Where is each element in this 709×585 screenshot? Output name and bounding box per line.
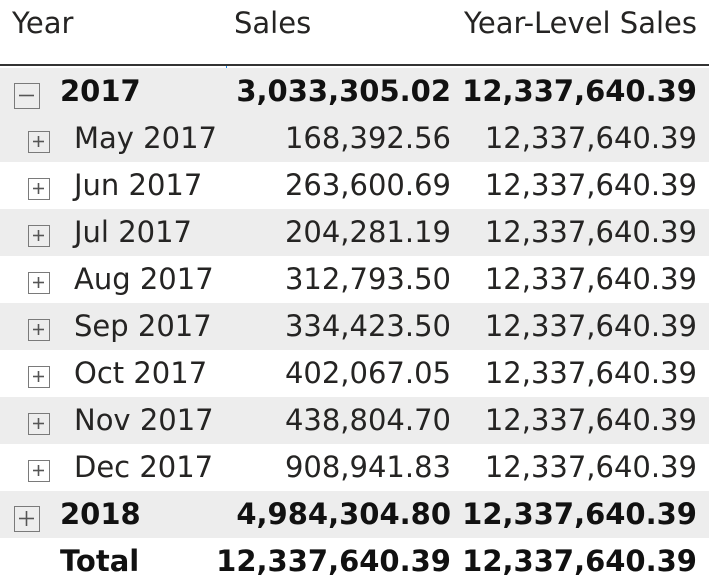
expand-icon[interactable] (28, 178, 50, 200)
month-label: Nov 2017 (74, 403, 214, 437)
sales-value: 3,033,305.02 (236, 74, 451, 108)
total-year-level-sales-value: 12,337,640.39 (462, 544, 697, 578)
year-level-sales-value: 12,337,640.39 (462, 497, 697, 531)
sales-value: 908,941.83 (284, 450, 451, 484)
sales-value: 168,392.56 (284, 121, 451, 155)
month-row: Oct 2017 402,067.05 12,337,640.39 (0, 350, 709, 397)
year-level-sales-value: 12,337,640.39 (462, 74, 697, 108)
sales-value: 438,804.70 (284, 403, 451, 437)
month-row: Jul 2017 204,281.19 12,337,640.39 (0, 209, 709, 256)
expand-icon[interactable] (28, 272, 50, 294)
total-sales-value: 12,337,640.39 (216, 544, 451, 578)
year-level-sales-value: 12,337,640.39 (484, 450, 697, 484)
sales-value: 334,423.50 (284, 309, 451, 343)
year-level-sales-value: 12,337,640.39 (484, 403, 697, 437)
expand-icon[interactable] (28, 366, 50, 388)
collapse-icon[interactable] (14, 83, 40, 109)
month-row: Jun 2017 263,600.69 12,337,640.39 (0, 162, 709, 209)
expand-icon[interactable] (28, 460, 50, 482)
expand-icon[interactable] (14, 506, 40, 532)
sales-value: 204,281.19 (284, 215, 451, 249)
column-header-row: Year Sales Year-Level Sales (0, 0, 709, 66)
year-label: 2017 (60, 74, 141, 108)
expand-icon[interactable] (28, 225, 50, 247)
month-label: Jun 2017 (74, 168, 203, 202)
month-row: Aug 2017 312,793.50 12,337,640.39 (0, 256, 709, 303)
column-header-year-level-sales[interactable]: Year-Level Sales (464, 4, 697, 42)
month-label: Oct 2017 (74, 356, 208, 390)
sales-value: 4,984,304.80 (236, 497, 451, 531)
column-header-sales[interactable]: Sales (234, 4, 311, 42)
year-level-sales-value: 12,337,640.39 (484, 262, 697, 296)
year-level-sales-value: 12,337,640.39 (484, 121, 697, 155)
year-level-sales-value: 12,337,640.39 (484, 356, 697, 390)
month-label: Sep 2017 (74, 309, 212, 343)
column-header-year[interactable]: Year (12, 4, 73, 42)
month-row: May 2017 168,392.56 12,337,640.39 (0, 115, 709, 162)
year-row: 2017 3,033,305.02 12,337,640.39 (0, 68, 709, 115)
month-label: Aug 2017 (74, 262, 214, 296)
total-label: Total (60, 544, 140, 578)
month-label: Dec 2017 (74, 450, 214, 484)
sales-value: 263,600.69 (284, 168, 451, 202)
month-label: Jul 2017 (74, 215, 193, 249)
sales-value: 402,067.05 (284, 356, 451, 390)
year-level-sales-value: 12,337,640.39 (484, 168, 697, 202)
matrix-visual: Year Sales Year-Level Sales 2017 3,033,30… (0, 0, 709, 585)
sales-value: 312,793.50 (284, 262, 451, 296)
month-label: May 2017 (74, 121, 217, 155)
month-row: Nov 2017 438,804.70 12,337,640.39 (0, 397, 709, 444)
expand-icon[interactable] (28, 413, 50, 435)
year-label: 2018 (60, 497, 141, 531)
matrix-body: 2017 3,033,305.02 12,337,640.39 May 2017 168… (0, 68, 709, 585)
month-row: Dec 2017 908,941.83 12,337,640.39 (0, 444, 709, 491)
year-level-sales-value: 12,337,640.39 (484, 215, 697, 249)
expand-icon[interactable] (28, 131, 50, 153)
year-row: 2018 4,984,304.80 12,337,640.39 (0, 491, 709, 538)
expand-icon[interactable] (28, 319, 50, 341)
total-row: Total 12,337,640.39 12,337,640.39 (0, 538, 709, 585)
month-row: Sep 2017 334,423.50 12,337,640.39 (0, 303, 709, 350)
year-level-sales-value: 12,337,640.39 (484, 309, 697, 343)
